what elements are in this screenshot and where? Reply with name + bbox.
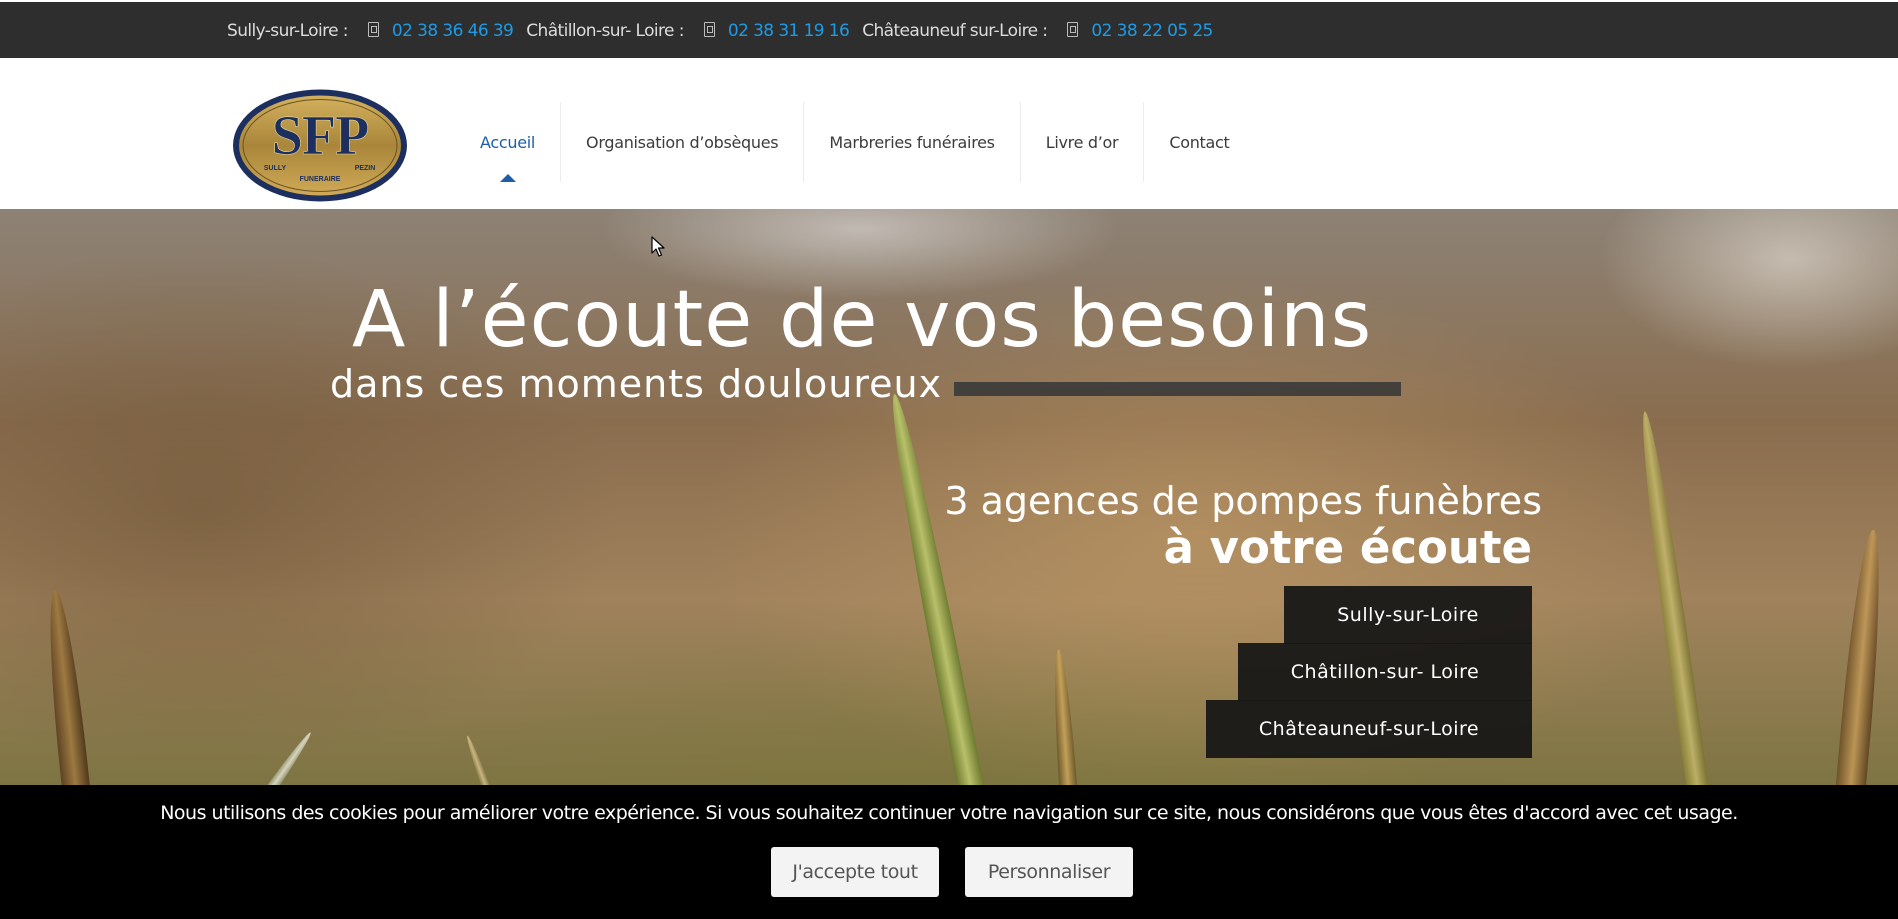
mouse-cursor-icon [651, 236, 665, 257]
hero-subheadline: dans ces moments douloureux [330, 362, 943, 406]
hero-tagline-line2: à votre écoute [1163, 521, 1532, 574]
agency-button-chateauneuf[interactable]: Châteauneuf-sur-Loire [1206, 700, 1532, 758]
decorative-bar [954, 382, 1401, 396]
cookie-banner: Nous utilisons des cookies pour améliore… [0, 785, 1898, 919]
phone-link[interactable]: 02 38 22 05 25 [1091, 21, 1213, 41]
top-contact-bar: Sully-sur-Loire : 02 38 36 46 39 Châtill… [0, 0, 1898, 58]
hero-tagline-line1: 3 agences de pompes funèbres [944, 479, 1542, 523]
nav-item-livre-dor[interactable]: Livre d’or [1019, 102, 1144, 182]
contact-chateauneuf: Châteauneuf sur-Loire : 02 38 22 05 25 [862, 21, 1213, 41]
site-header: SFP SULLY PEZIN FUNERAIRE Accueil Organi… [0, 58, 1898, 209]
cookie-message: Nous utilisons des cookies pour améliore… [160, 802, 1738, 824]
hero-headline: A l’écoute de vos besoins [352, 275, 1373, 365]
nav-item-organisation[interactable]: Organisation d’obsèques [560, 102, 803, 182]
logo-monogram: SFP [272, 105, 369, 167]
customize-button[interactable]: Personnaliser [965, 847, 1133, 897]
logo-left-text: SULLY [264, 165, 287, 172]
phone-link[interactable]: 02 38 31 19 16 [728, 21, 850, 41]
main-nav: Accueil Organisation d’obsèques Marbreri… [455, 102, 1254, 182]
nav-item-marbreries[interactable]: Marbreries funéraires [803, 102, 1019, 182]
accept-all-button[interactable]: J'accepte tout [771, 847, 939, 897]
contact-city-label: Sully-sur-Loire : [227, 21, 348, 41]
phone-link[interactable]: 02 38 36 46 39 [392, 21, 514, 41]
nav-item-accueil[interactable]: Accueil [455, 102, 560, 182]
agency-button-chatillon[interactable]: Châtillon-sur- Loire [1238, 643, 1532, 701]
phone-icon [703, 21, 715, 37]
phone-icon [1067, 21, 1079, 37]
logo-bottom-text: FUNERAIRE [300, 176, 341, 183]
contact-sully: Sully-sur-Loire : 02 38 36 46 39 [227, 21, 514, 41]
nav-item-contact[interactable]: Contact [1143, 102, 1254, 182]
sfp-logo[interactable]: SFP SULLY PEZIN FUNERAIRE [231, 88, 409, 203]
logo-right-text: PEZIN [355, 165, 376, 172]
contact-chatillon: Châtillon-sur- Loire : 02 38 31 19 16 [526, 21, 850, 41]
agency-button-sully[interactable]: Sully-sur-Loire [1284, 586, 1532, 644]
contact-city-label: Châtillon-sur- Loire : [526, 21, 684, 41]
phone-icon [367, 21, 379, 37]
contact-city-label: Châteauneuf sur-Loire : [862, 21, 1048, 41]
